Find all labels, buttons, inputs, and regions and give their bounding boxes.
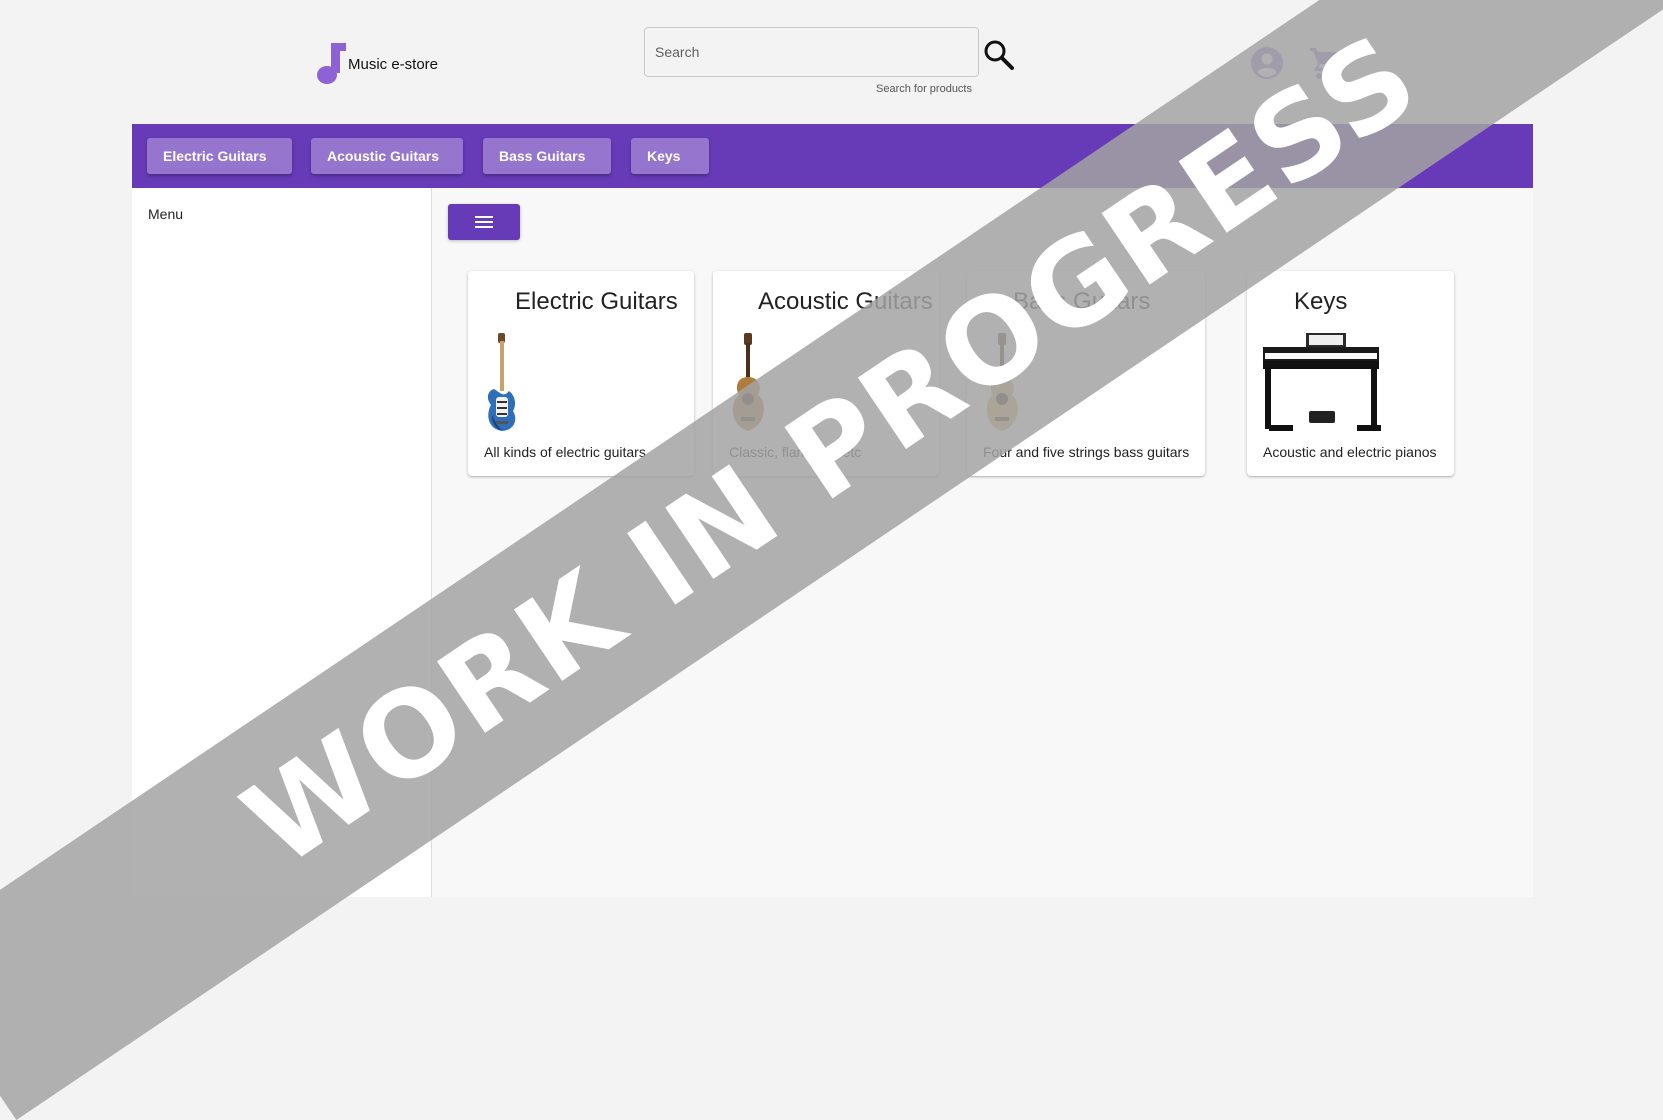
search-hint: Search for products bbox=[876, 83, 972, 95]
digital-piano-image bbox=[1263, 333, 1381, 431]
menu-toggle-button[interactable] bbox=[448, 204, 520, 240]
bass-guitar-image bbox=[986, 333, 1018, 431]
account-circle-icon[interactable] bbox=[1250, 46, 1284, 80]
acoustic-guitar-image bbox=[732, 333, 764, 431]
hamburger-icon bbox=[475, 216, 493, 231]
card-description: All kinds of electric guitars bbox=[484, 444, 646, 460]
category-nav: Electric Guitars Acoustic Guitars Bass G… bbox=[132, 124, 1533, 188]
nav-bass-guitars-button[interactable]: Bass Guitars bbox=[483, 138, 611, 174]
nav-keys-button[interactable]: Keys bbox=[631, 138, 709, 174]
card-title: Keys bbox=[1294, 288, 1348, 315]
category-card-keys[interactable]: Keys Acoustic and electric pianos bbox=[1247, 271, 1454, 476]
category-card-bass-guitars[interactable]: Bass Guitars Four and five strings bass … bbox=[967, 271, 1205, 476]
card-title: Electric Guitars bbox=[515, 288, 678, 315]
shopping-cart-icon[interactable] bbox=[1308, 44, 1344, 80]
category-card-electric-guitars[interactable]: Electric Guitars All kinds of electric g… bbox=[468, 271, 694, 476]
nav-acoustic-guitars-button[interactable]: Acoustic Guitars bbox=[311, 138, 463, 174]
search-icon[interactable] bbox=[983, 39, 1015, 71]
electric-guitar-image bbox=[487, 333, 516, 431]
store-logo[interactable]: Music e-store bbox=[314, 41, 438, 85]
search-area: Search for products bbox=[644, 27, 1014, 95]
store-name: Music e-store bbox=[348, 55, 439, 73]
card-description: Acoustic and electric pianos bbox=[1263, 444, 1437, 460]
search-input[interactable] bbox=[644, 27, 979, 77]
category-card-acoustic-guitars[interactable]: Acoustic Guitars Classic, flamenco etc bbox=[713, 271, 939, 476]
main-content: Electric Guitars All kinds of electric g… bbox=[432, 188, 1533, 897]
card-description: Four and five strings bass guitars bbox=[983, 444, 1190, 460]
card-description: Classic, flamenco etc bbox=[729, 444, 862, 460]
card-title: Acoustic Guitars bbox=[758, 288, 933, 315]
menu-title: Menu bbox=[148, 206, 184, 222]
music-note-icon bbox=[317, 43, 346, 84]
side-menu: Menu bbox=[132, 188, 432, 897]
nav-electric-guitars-button[interactable]: Electric Guitars bbox=[147, 138, 292, 174]
card-title: Bass Guitars bbox=[1013, 288, 1151, 315]
